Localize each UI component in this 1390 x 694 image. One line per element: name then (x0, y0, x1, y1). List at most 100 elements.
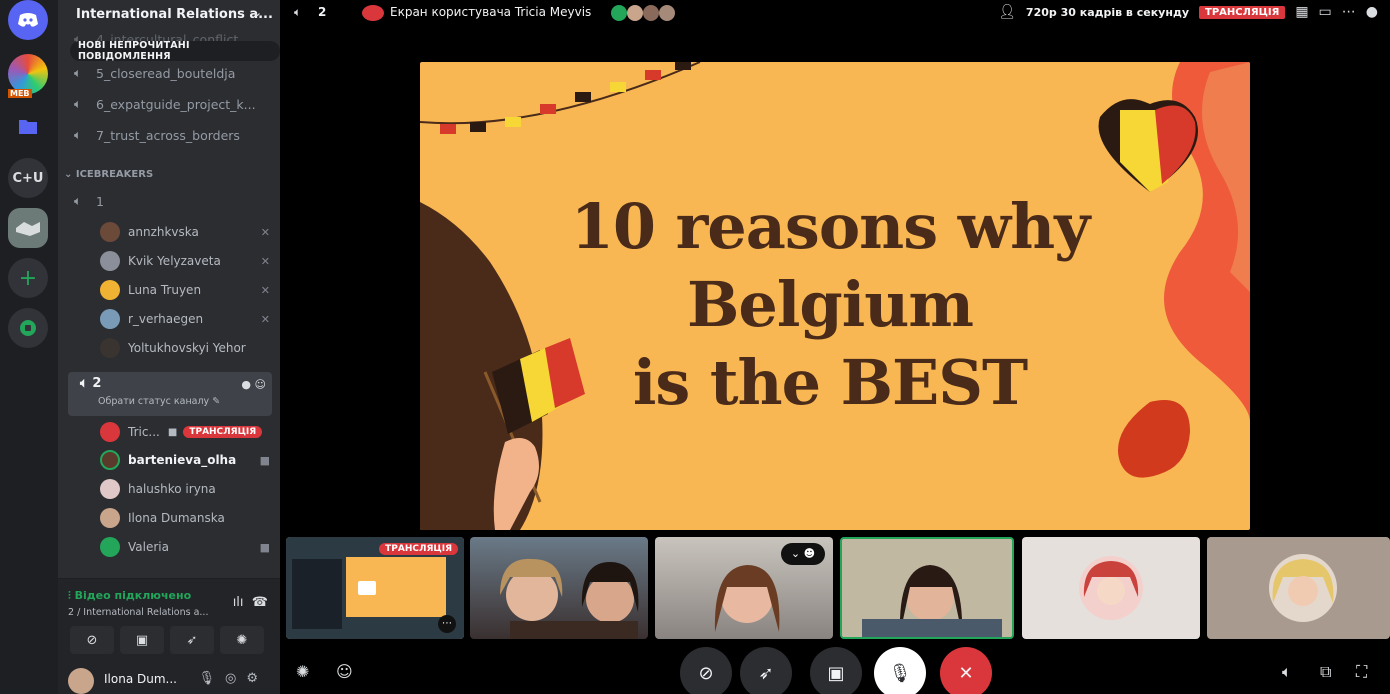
invite-icon[interactable]: ☺ (255, 378, 266, 391)
voice-member[interactable]: annzhkvska ✕ (100, 220, 270, 244)
hang-up-icon: ✕ (958, 662, 974, 684)
voice-channel-1[interactable]: 🔈︎ 1 (74, 190, 104, 212)
signal-icon: ⫶ (68, 589, 71, 602)
speaker-icon: 🔈︎ (74, 127, 82, 142)
voice-connection-panel: ⫶ Відео підключено 2 / International Rel… (58, 578, 280, 660)
channel-status-input[interactable]: Обрати статус каналу ✎ (98, 396, 220, 407)
explore-icon[interactable] (8, 308, 48, 348)
avatar (100, 338, 120, 358)
camera-off-button[interactable]: ⊘ (70, 626, 114, 654)
voice-member[interactable]: Tric... ■ ТРАНСЛЯЦІЯ (100, 420, 270, 444)
category-icebreakers[interactable]: ⌄ ICEBREAKERS (64, 169, 153, 180)
channel-item[interactable]: 🔈︎ 7_trust_across_borders (74, 124, 240, 146)
user-panel: Ilona Dum... 🎙︎◎⚙ (58, 660, 280, 694)
voice-member[interactable]: Kvik Yelyzaveta ✕ (100, 249, 270, 273)
add-user-icon[interactable]: 👤︎ (998, 4, 1016, 20)
channel-item[interactable]: 🔈︎ 5_closeread_bouteldja (74, 62, 235, 84)
voice-channel-2[interactable]: 🔈︎ 2 Обрати статус каналу ✎ ● ☺ (68, 372, 272, 416)
share-screen-button[interactable]: ▣ (120, 626, 164, 654)
participant-video[interactable]: ⌄ ☻ (655, 537, 833, 639)
popout-icon[interactable]: ▭ (1319, 4, 1332, 20)
disconnect-icon[interactable]: ☎ (252, 595, 268, 610)
screen-share-icon: ▣ (135, 632, 149, 648)
microphone-icon: 🎙︎ (888, 662, 912, 684)
camera-off-icon: ⊘ (698, 662, 714, 684)
stage-topbar: 🔈︎ 2 Екран користувача Tricia Meyvis 👤︎ … (280, 0, 1390, 28)
participant-video[interactable] (470, 537, 648, 639)
rocket-icon: ➶ (758, 662, 774, 684)
server-meb-icon[interactable]: MEB (8, 54, 48, 98)
voice-member[interactable]: r_verhaegen ✕ (100, 307, 270, 331)
avatar (100, 450, 120, 470)
chevron-down-icon: ⌄ (252, 6, 262, 19)
participant-avatar (1079, 556, 1143, 620)
grid-layout-icon[interactable]: ▦ (1295, 4, 1308, 20)
voice-member[interactable]: Luna Truyen ✕ (100, 278, 270, 302)
participant-avatar (1269, 554, 1337, 622)
soundboard-icon: ✺ (236, 632, 248, 648)
folder-icon[interactable] (8, 106, 48, 146)
avatar[interactable] (68, 668, 94, 694)
emoji-icon[interactable]: ☺ (336, 662, 353, 681)
voice-member[interactable]: Valeria ■ (100, 535, 270, 559)
camera-off-icon: ⊘ (86, 632, 98, 648)
server-header[interactable]: International Relations a... ⌄ (58, 0, 280, 28)
more-options-icon[interactable]: ⋯ (1342, 4, 1356, 20)
camera-icon: ■ (167, 426, 178, 438)
participant-avatar-tile[interactable] (1207, 537, 1390, 639)
activities-button[interactable]: ➶ (740, 647, 792, 694)
live-badge: ТРАНСЛЯЦІЯ (183, 426, 263, 438)
avatar (100, 508, 120, 528)
speaker-icon: 🔈︎ (80, 376, 88, 391)
soundboard-button[interactable]: ✺ (220, 626, 264, 654)
chat-icon[interactable]: ● (241, 378, 251, 391)
disconnect-button[interactable]: ✕ (940, 647, 992, 694)
add-server-icon[interactable]: + (8, 258, 48, 298)
share-screen-button[interactable]: ▣ (810, 647, 862, 694)
discord-logo-icon[interactable] (8, 0, 48, 40)
chevron-down-icon: ⌄ (790, 547, 801, 560)
unread-messages-banner[interactable]: НОВІ НЕПРОЧИТАНІ ПОВІДОМЛЕННЯ (70, 40, 280, 62)
voice-member[interactable]: halushko iryna (100, 477, 270, 501)
fullscreen-icon[interactable]: ⛶ (1356, 662, 1367, 682)
microphone-button[interactable]: 🎙︎ (874, 647, 926, 694)
screen-share-icon: ▣ (827, 662, 845, 684)
gear-icon[interactable]: ⚙ (246, 671, 268, 686)
avatar (100, 537, 120, 557)
channel-item[interactable]: 🔈︎ 6_expatguide_project_k... (74, 93, 256, 115)
stream-thumbnail[interactable]: ТРАНСЛЯЦІЯ ⋯ (286, 537, 464, 639)
noise-suppression-icon[interactable]: ılı (233, 595, 244, 610)
activities-button[interactable]: ➶ (170, 626, 214, 654)
voice-member[interactable]: bartenieva_olha ■ (100, 448, 270, 472)
avatar (100, 422, 120, 442)
more-options-icon[interactable]: ⋯ (438, 615, 456, 633)
microphone-icon[interactable]: 🎙︎ (198, 671, 225, 686)
camera-icon: ■ (259, 540, 270, 554)
participant-video-speaking[interactable] (840, 537, 1014, 639)
pencil-icon: ✎ (212, 396, 221, 407)
live-badge: ТРАНСЛЯЦІЯ (1199, 5, 1286, 19)
volume-icon[interactable]: 🔈︎ (1282, 662, 1292, 682)
shared-screen[interactable]: 10 reasons why Belgium is the BEST (420, 62, 1250, 530)
speaker-icon: 🔈︎ (74, 65, 82, 80)
voice-member[interactable]: Yoltukhovskyi Yehor (100, 336, 270, 360)
popout-icon[interactable]: ⧉ (1320, 662, 1331, 682)
muted-icon: ✕ (260, 312, 270, 326)
camera-off-button[interactable]: ⊘ (680, 647, 732, 694)
slide-title: 10 reasons why Belgium is the BEST (570, 190, 1090, 419)
voice-member[interactable]: Ilona Dumanska (100, 506, 270, 530)
soundboard-icon[interactable]: ✺ (296, 662, 309, 681)
headphones-icon[interactable]: ◎ (225, 671, 246, 686)
server-handshake-icon[interactable] (8, 208, 48, 248)
server-text-icon[interactable]: C+U (8, 158, 48, 198)
viewer-avatars[interactable] (610, 4, 690, 22)
camera-icon: ■ (259, 453, 270, 467)
muted-icon: ✕ (260, 225, 270, 239)
speaker-icon: 🔈︎ (74, 96, 82, 111)
voice-channel-link[interactable]: 2 / International Relations a... (68, 607, 208, 618)
participant-avatar-tile[interactable] (1022, 537, 1200, 639)
chat-icon[interactable]: ● (1366, 4, 1378, 20)
user-name[interactable]: Ilona Dum... (104, 672, 177, 686)
avatar (100, 309, 120, 329)
speaker-icon: 🔈︎ (74, 193, 82, 208)
